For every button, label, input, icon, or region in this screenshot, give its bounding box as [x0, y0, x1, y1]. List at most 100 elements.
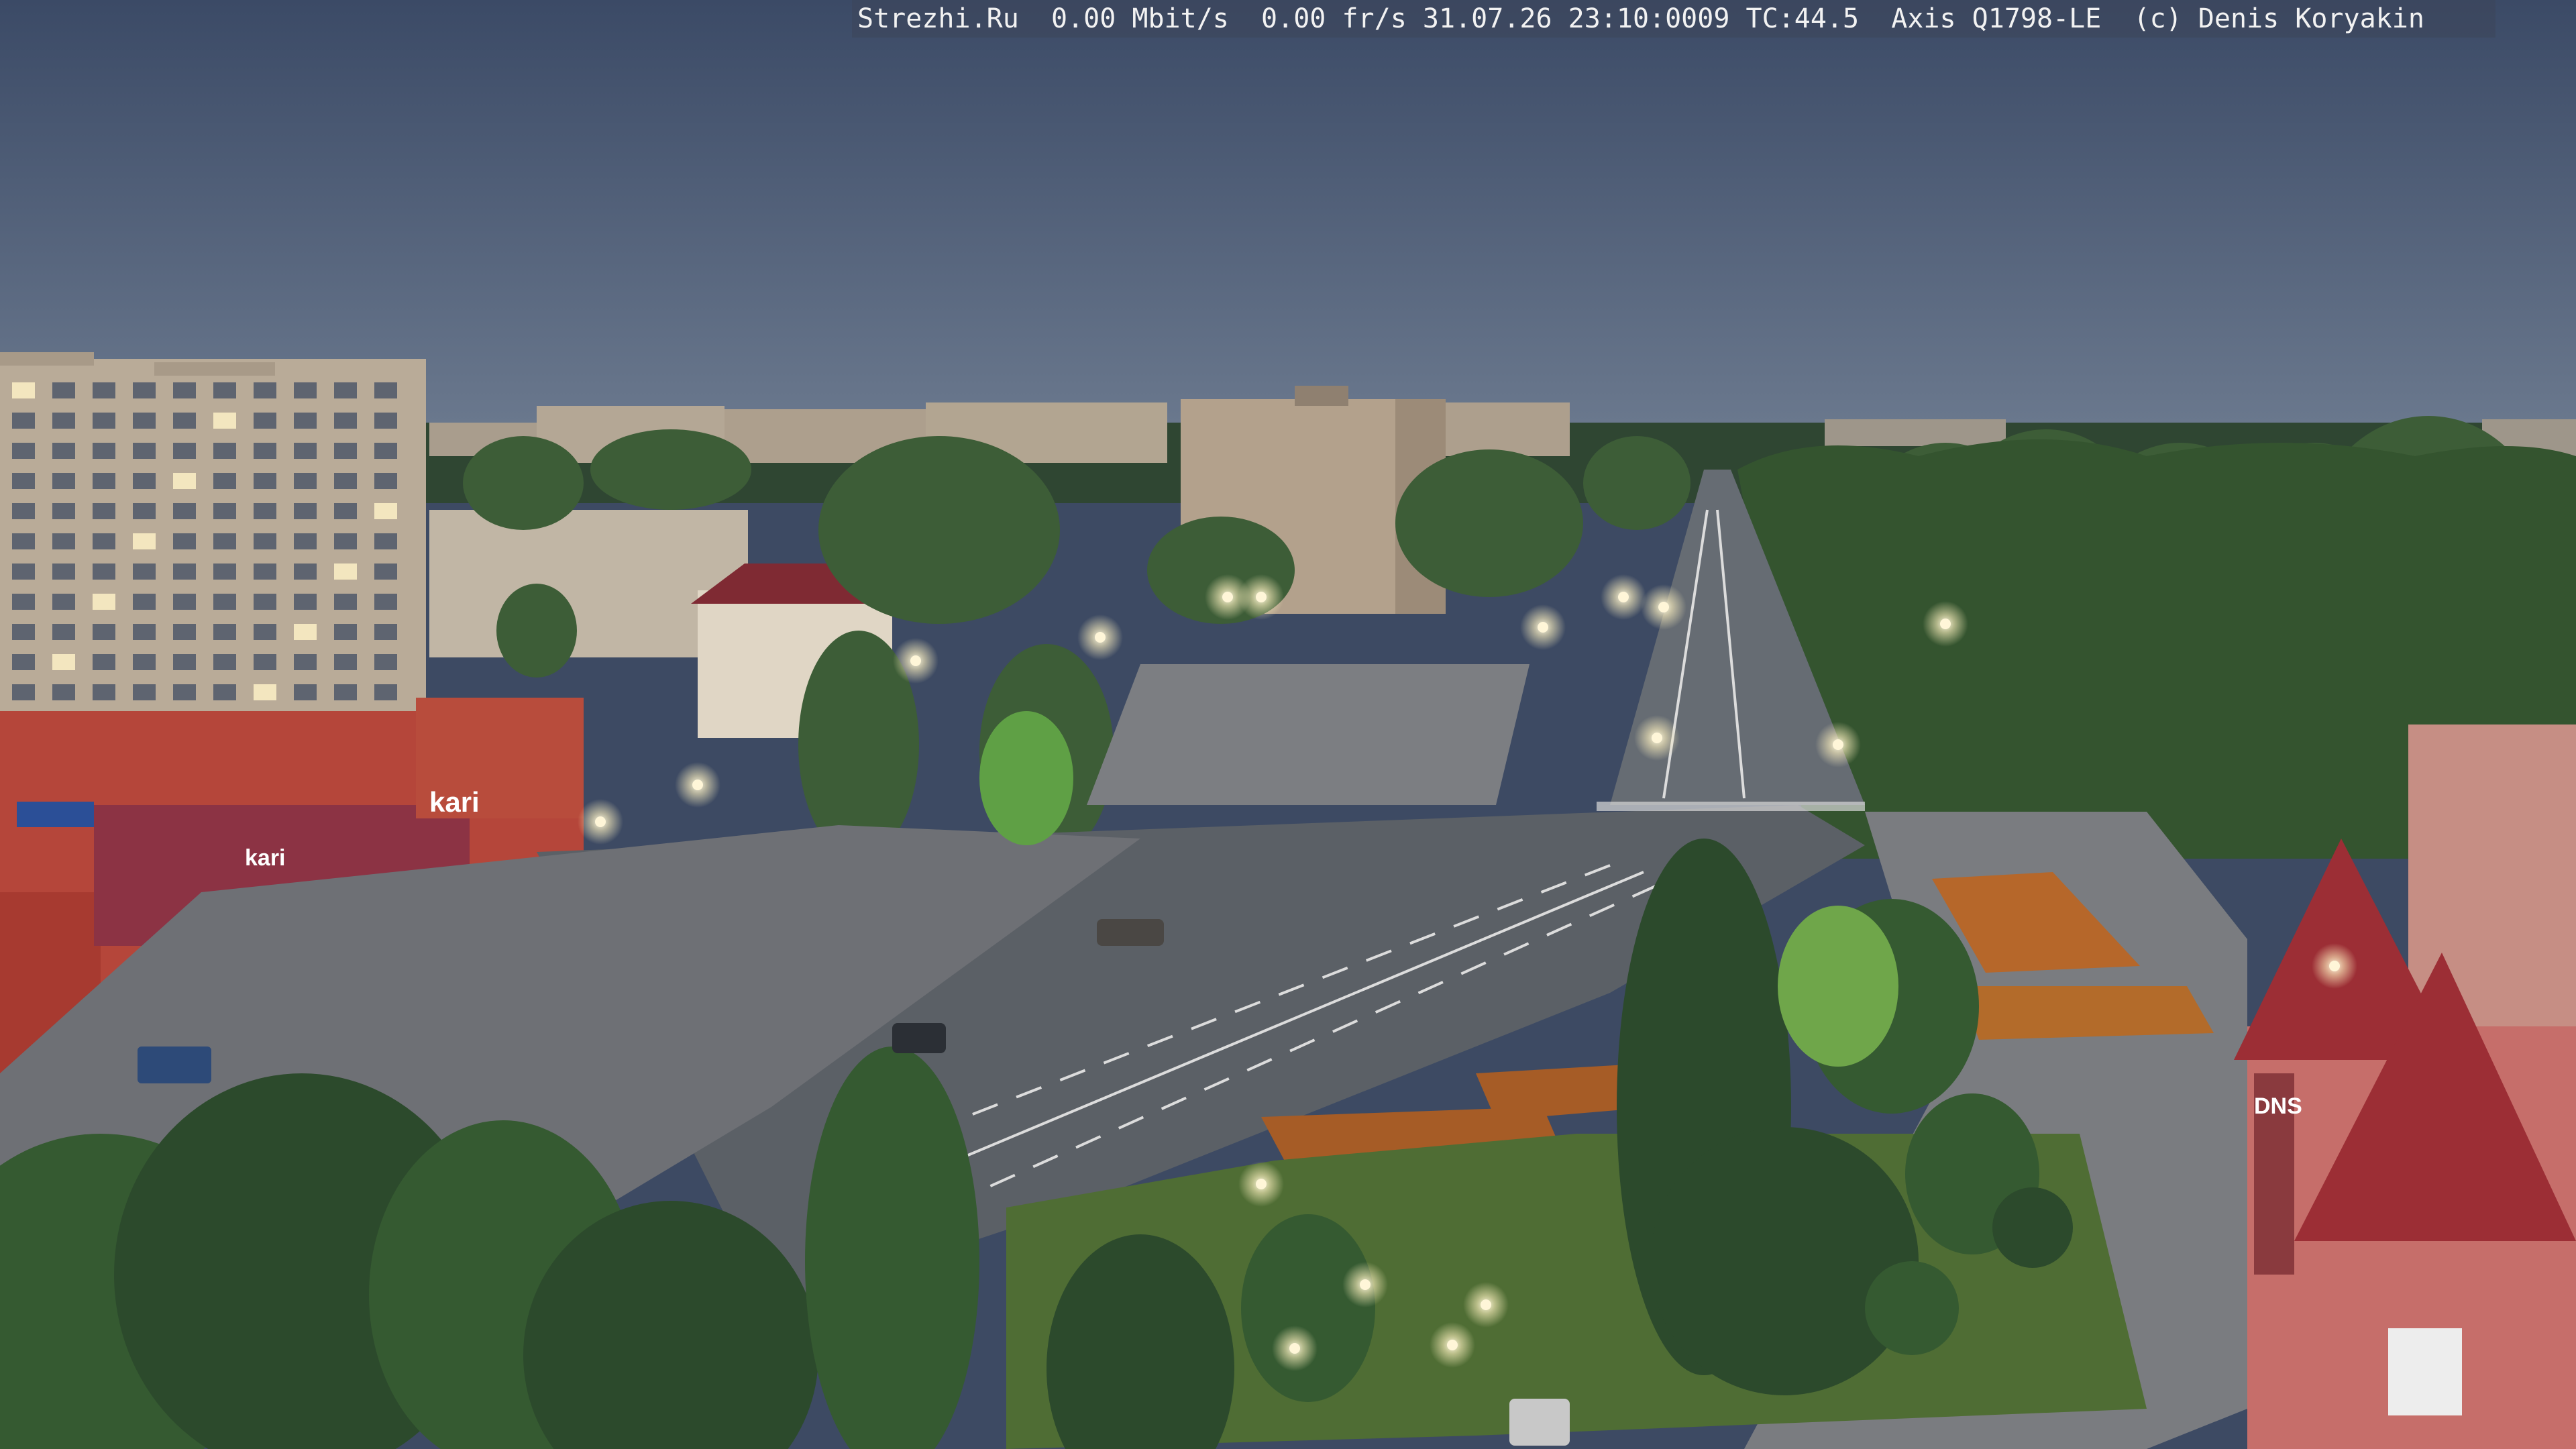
- central-plaza: [1087, 664, 1529, 805]
- lamp: [1652, 733, 1662, 743]
- window: [213, 382, 236, 398]
- lamp: [1289, 1343, 1300, 1354]
- blue-store-sign: [17, 802, 94, 827]
- window: [254, 413, 276, 429]
- window: [254, 564, 276, 580]
- window: [52, 564, 75, 580]
- window: [173, 654, 196, 670]
- window: [133, 564, 156, 580]
- window: [374, 684, 397, 700]
- window: [374, 533, 397, 549]
- window: [254, 594, 276, 610]
- window: [93, 594, 115, 610]
- window: [52, 443, 75, 459]
- lamp: [1658, 602, 1669, 612]
- window: [52, 473, 75, 489]
- window: [173, 684, 196, 700]
- window: [133, 503, 156, 519]
- tree: [496, 584, 577, 678]
- window: [52, 594, 75, 610]
- window: [12, 473, 35, 489]
- window: [374, 654, 397, 670]
- lamp: [1940, 619, 1951, 629]
- window: [52, 503, 75, 519]
- lamp: [1222, 592, 1233, 602]
- window: [334, 564, 357, 580]
- window: [334, 413, 357, 429]
- window: [374, 382, 397, 398]
- window: [254, 382, 276, 398]
- window: [294, 624, 317, 640]
- window: [12, 594, 35, 610]
- window: [294, 594, 317, 610]
- window: [133, 473, 156, 489]
- store-sign-kari: kari: [429, 786, 480, 818]
- window: [93, 564, 115, 580]
- window: [173, 503, 196, 519]
- window: [334, 382, 357, 398]
- tree: [818, 436, 1060, 624]
- window: [213, 473, 236, 489]
- window: [374, 503, 397, 519]
- camera-info-overlay: Strezhi.Ru 0.00 Mbit/s 0.00 fr/s 31.07.2…: [852, 0, 2496, 38]
- window: [12, 684, 35, 700]
- tree: [1992, 1187, 2073, 1268]
- window: [173, 382, 196, 398]
- tree: [1778, 906, 1898, 1067]
- window: [334, 684, 357, 700]
- lamp: [910, 655, 921, 666]
- window: [133, 594, 156, 610]
- lamp: [1447, 1340, 1458, 1350]
- window: [374, 473, 397, 489]
- lamp: [1360, 1279, 1371, 1290]
- window: [173, 624, 196, 640]
- window: [52, 382, 75, 398]
- window: [254, 654, 276, 670]
- window: [93, 503, 115, 519]
- window: [133, 684, 156, 700]
- window: [12, 413, 35, 429]
- window: [254, 503, 276, 519]
- window: [294, 533, 317, 549]
- lamp: [1095, 632, 1106, 643]
- window: [334, 443, 357, 459]
- window: [334, 503, 357, 519]
- tree: [1650, 1127, 1919, 1395]
- window: [213, 443, 236, 459]
- window: [173, 564, 196, 580]
- window: [334, 533, 357, 549]
- window: [334, 624, 357, 640]
- window: [12, 624, 35, 640]
- window: [213, 533, 236, 549]
- lamp: [1618, 592, 1629, 602]
- window: [12, 443, 35, 459]
- window: [52, 533, 75, 549]
- window: [213, 594, 236, 610]
- window: [173, 533, 196, 549]
- window: [133, 382, 156, 398]
- window: [294, 503, 317, 519]
- window: [52, 413, 75, 429]
- lamp: [1481, 1299, 1491, 1310]
- window: [93, 533, 115, 549]
- window: [93, 413, 115, 429]
- window: [133, 624, 156, 640]
- window: [334, 594, 357, 610]
- crosswalk: [1597, 802, 1865, 811]
- lamp: [692, 780, 703, 790]
- window: [374, 443, 397, 459]
- window: [173, 594, 196, 610]
- lamp: [595, 816, 606, 827]
- window: [294, 473, 317, 489]
- window: [133, 443, 156, 459]
- window: [294, 413, 317, 429]
- tree: [463, 436, 584, 530]
- window: [52, 654, 75, 670]
- window: [213, 413, 236, 429]
- window: [213, 684, 236, 700]
- window: [213, 654, 236, 670]
- window: [213, 503, 236, 519]
- window: [12, 382, 35, 398]
- window: [52, 624, 75, 640]
- window: [93, 473, 115, 489]
